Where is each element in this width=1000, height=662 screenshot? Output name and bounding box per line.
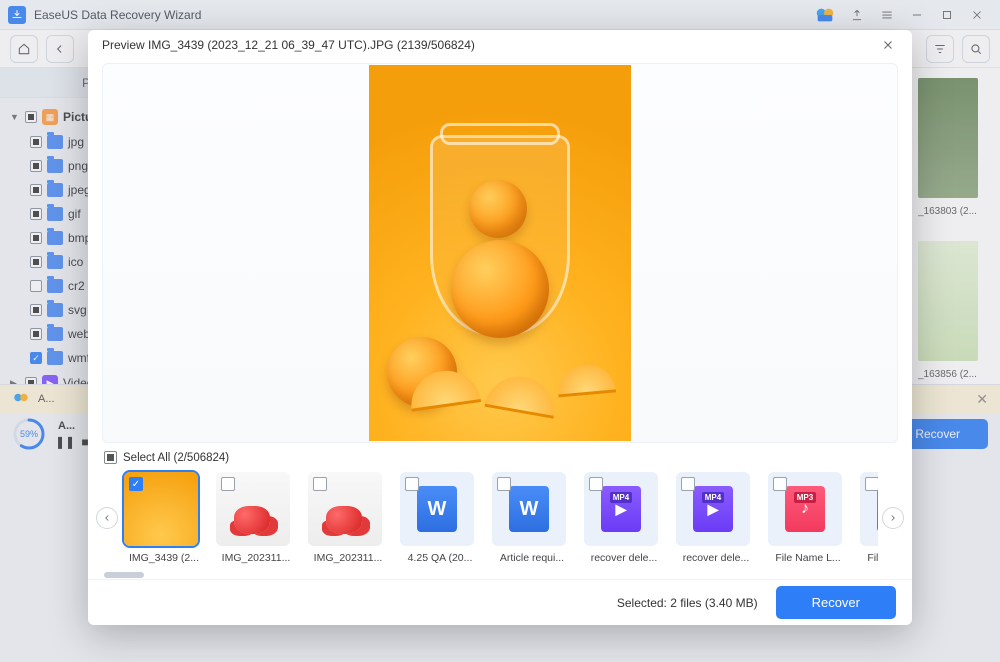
strip-prev-button[interactable] [96,507,118,529]
thumb-name: recover dele... [584,552,664,564]
thumb-card[interactable]: File Name L... [860,472,878,564]
thumb-checkbox[interactable] [129,477,143,491]
thumbnail-strip: IMG_3439 (2... IMG_202311... IMG_202311.… [122,468,878,568]
modal-recover-button[interactable]: Recover [776,586,896,619]
thumb-checkbox[interactable] [589,477,603,491]
thumb-name: File Name L... [768,552,848,564]
word-icon [509,486,549,532]
thumb-checkbox[interactable] [773,477,787,491]
thumb-checkbox[interactable] [313,477,327,491]
mp3-icon [877,486,878,532]
thumb-name: 4.25 QA (20... [400,552,480,564]
thumb-card[interactable]: recover dele... [584,472,666,564]
thumb-name: IMG_202311... [216,552,296,564]
strip-next-button[interactable] [882,507,904,529]
thumb-name: recover dele... [676,552,756,564]
mp4-icon [693,486,733,532]
thumb-checkbox[interactable] [865,477,878,491]
thumb-card[interactable]: Article requi... [492,472,574,564]
select-all-checkbox[interactable] [104,451,117,464]
thumb-card[interactable]: IMG_3439 (2... [124,472,206,564]
modal-overlay: Preview IMG_3439 (2023_12_21 06_39_47 UT… [0,0,1000,662]
thumb-card[interactable]: IMG_202311... [308,472,390,564]
preview-area [102,63,898,443]
thumb-checkbox[interactable] [681,477,695,491]
word-icon [417,486,457,532]
thumb-checkbox[interactable] [405,477,419,491]
modal-title: Preview IMG_3439 (2023_12_21 06_39_47 UT… [102,38,475,52]
preview-image [369,65,631,441]
thumb-card[interactable]: recover dele... [676,472,758,564]
modal-selected-info: Selected: 2 files (3.40 MB) [617,596,758,610]
thumb-name: IMG_202311... [308,552,388,564]
thumb-card[interactable]: File Name L... [768,472,850,564]
thumb-name: IMG_3439 (2... [124,552,204,564]
preview-modal: Preview IMG_3439 (2023_12_21 06_39_47 UT… [88,30,912,625]
select-all-label: Select All (2/506824) [123,452,229,464]
strip-scrollbar[interactable] [104,572,896,579]
thumb-checkbox[interactable] [497,477,511,491]
thumb-checkbox[interactable] [221,477,235,491]
thumb-name: Article requi... [492,552,572,564]
mp3-icon [785,486,825,532]
mp4-icon [601,486,641,532]
thumb-card[interactable]: IMG_202311... [216,472,298,564]
modal-close-button[interactable] [878,35,898,55]
thumb-name: File Name L... [860,552,878,564]
thumb-card[interactable]: 4.25 QA (20... [400,472,482,564]
